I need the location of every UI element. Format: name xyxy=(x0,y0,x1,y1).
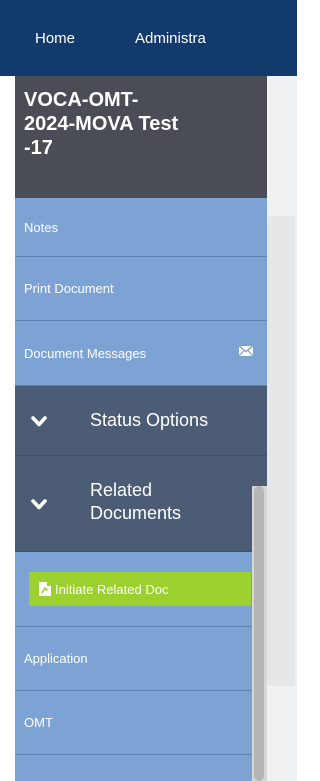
initiate-related-doc-label: Initiate Related Doc xyxy=(55,581,169,597)
section-related-label-line1: Related xyxy=(90,480,153,500)
document-icon xyxy=(39,582,51,596)
initiate-related-doc-container: Initiate Related Doc xyxy=(15,552,267,627)
sidebar-item-omt-label: OMT xyxy=(24,715,53,730)
chevron-down-icon xyxy=(31,416,47,427)
document-title-line2: 2024-MOVA Test xyxy=(24,113,179,135)
sidebar-scrollbar-thumb[interactable] xyxy=(254,486,264,781)
section-status-label: Status Options xyxy=(90,410,209,430)
sidebar-item-application-label: Application xyxy=(24,651,88,666)
document-title-line1: VOCA-OMT- xyxy=(24,89,139,111)
sidebar-item-print-document[interactable]: Print Document xyxy=(15,257,267,321)
section-related-documents[interactable]: Related Documents xyxy=(15,456,267,552)
document-sidebar: VOCA-OMT- 2024-MOVA Test -17 Notes Print… xyxy=(15,76,267,781)
initiate-related-doc-button[interactable]: Initiate Related Doc xyxy=(29,572,251,606)
section-related-label: Related Documents xyxy=(90,479,220,525)
sidebar-item-notes[interactable]: Notes xyxy=(15,192,267,257)
sidebar-item-notes-label: Notes xyxy=(24,220,58,235)
sidebar-item-messages-label: Document Messages xyxy=(24,345,147,361)
sidebar-item-omt[interactable]: OMT xyxy=(15,691,267,755)
sidebar-item-next[interactable] xyxy=(15,755,267,781)
nav-administration-link[interactable]: Administra xyxy=(135,30,206,47)
chevron-down-icon xyxy=(31,499,47,510)
sidebar-item-print-label: Print Document xyxy=(24,281,114,296)
document-title-line3: -17 xyxy=(24,137,53,159)
sidebar-item-application[interactable]: Application xyxy=(15,627,267,691)
top-navigation: Home Administra xyxy=(0,0,297,76)
envelope-icon xyxy=(239,346,253,356)
content-panel-edge xyxy=(267,216,295,686)
section-status-options[interactable]: Status Options xyxy=(15,386,267,456)
main-content-area xyxy=(267,76,297,781)
sidebar-item-document-messages[interactable]: Document Messages xyxy=(15,321,267,386)
document-title: VOCA-OMT- 2024-MOVA Test -17 xyxy=(15,76,267,198)
section-related-label-line2: Documents xyxy=(90,503,182,523)
nav-home-link[interactable]: Home xyxy=(35,30,75,47)
sidebar-scrollbar[interactable] xyxy=(252,486,267,781)
